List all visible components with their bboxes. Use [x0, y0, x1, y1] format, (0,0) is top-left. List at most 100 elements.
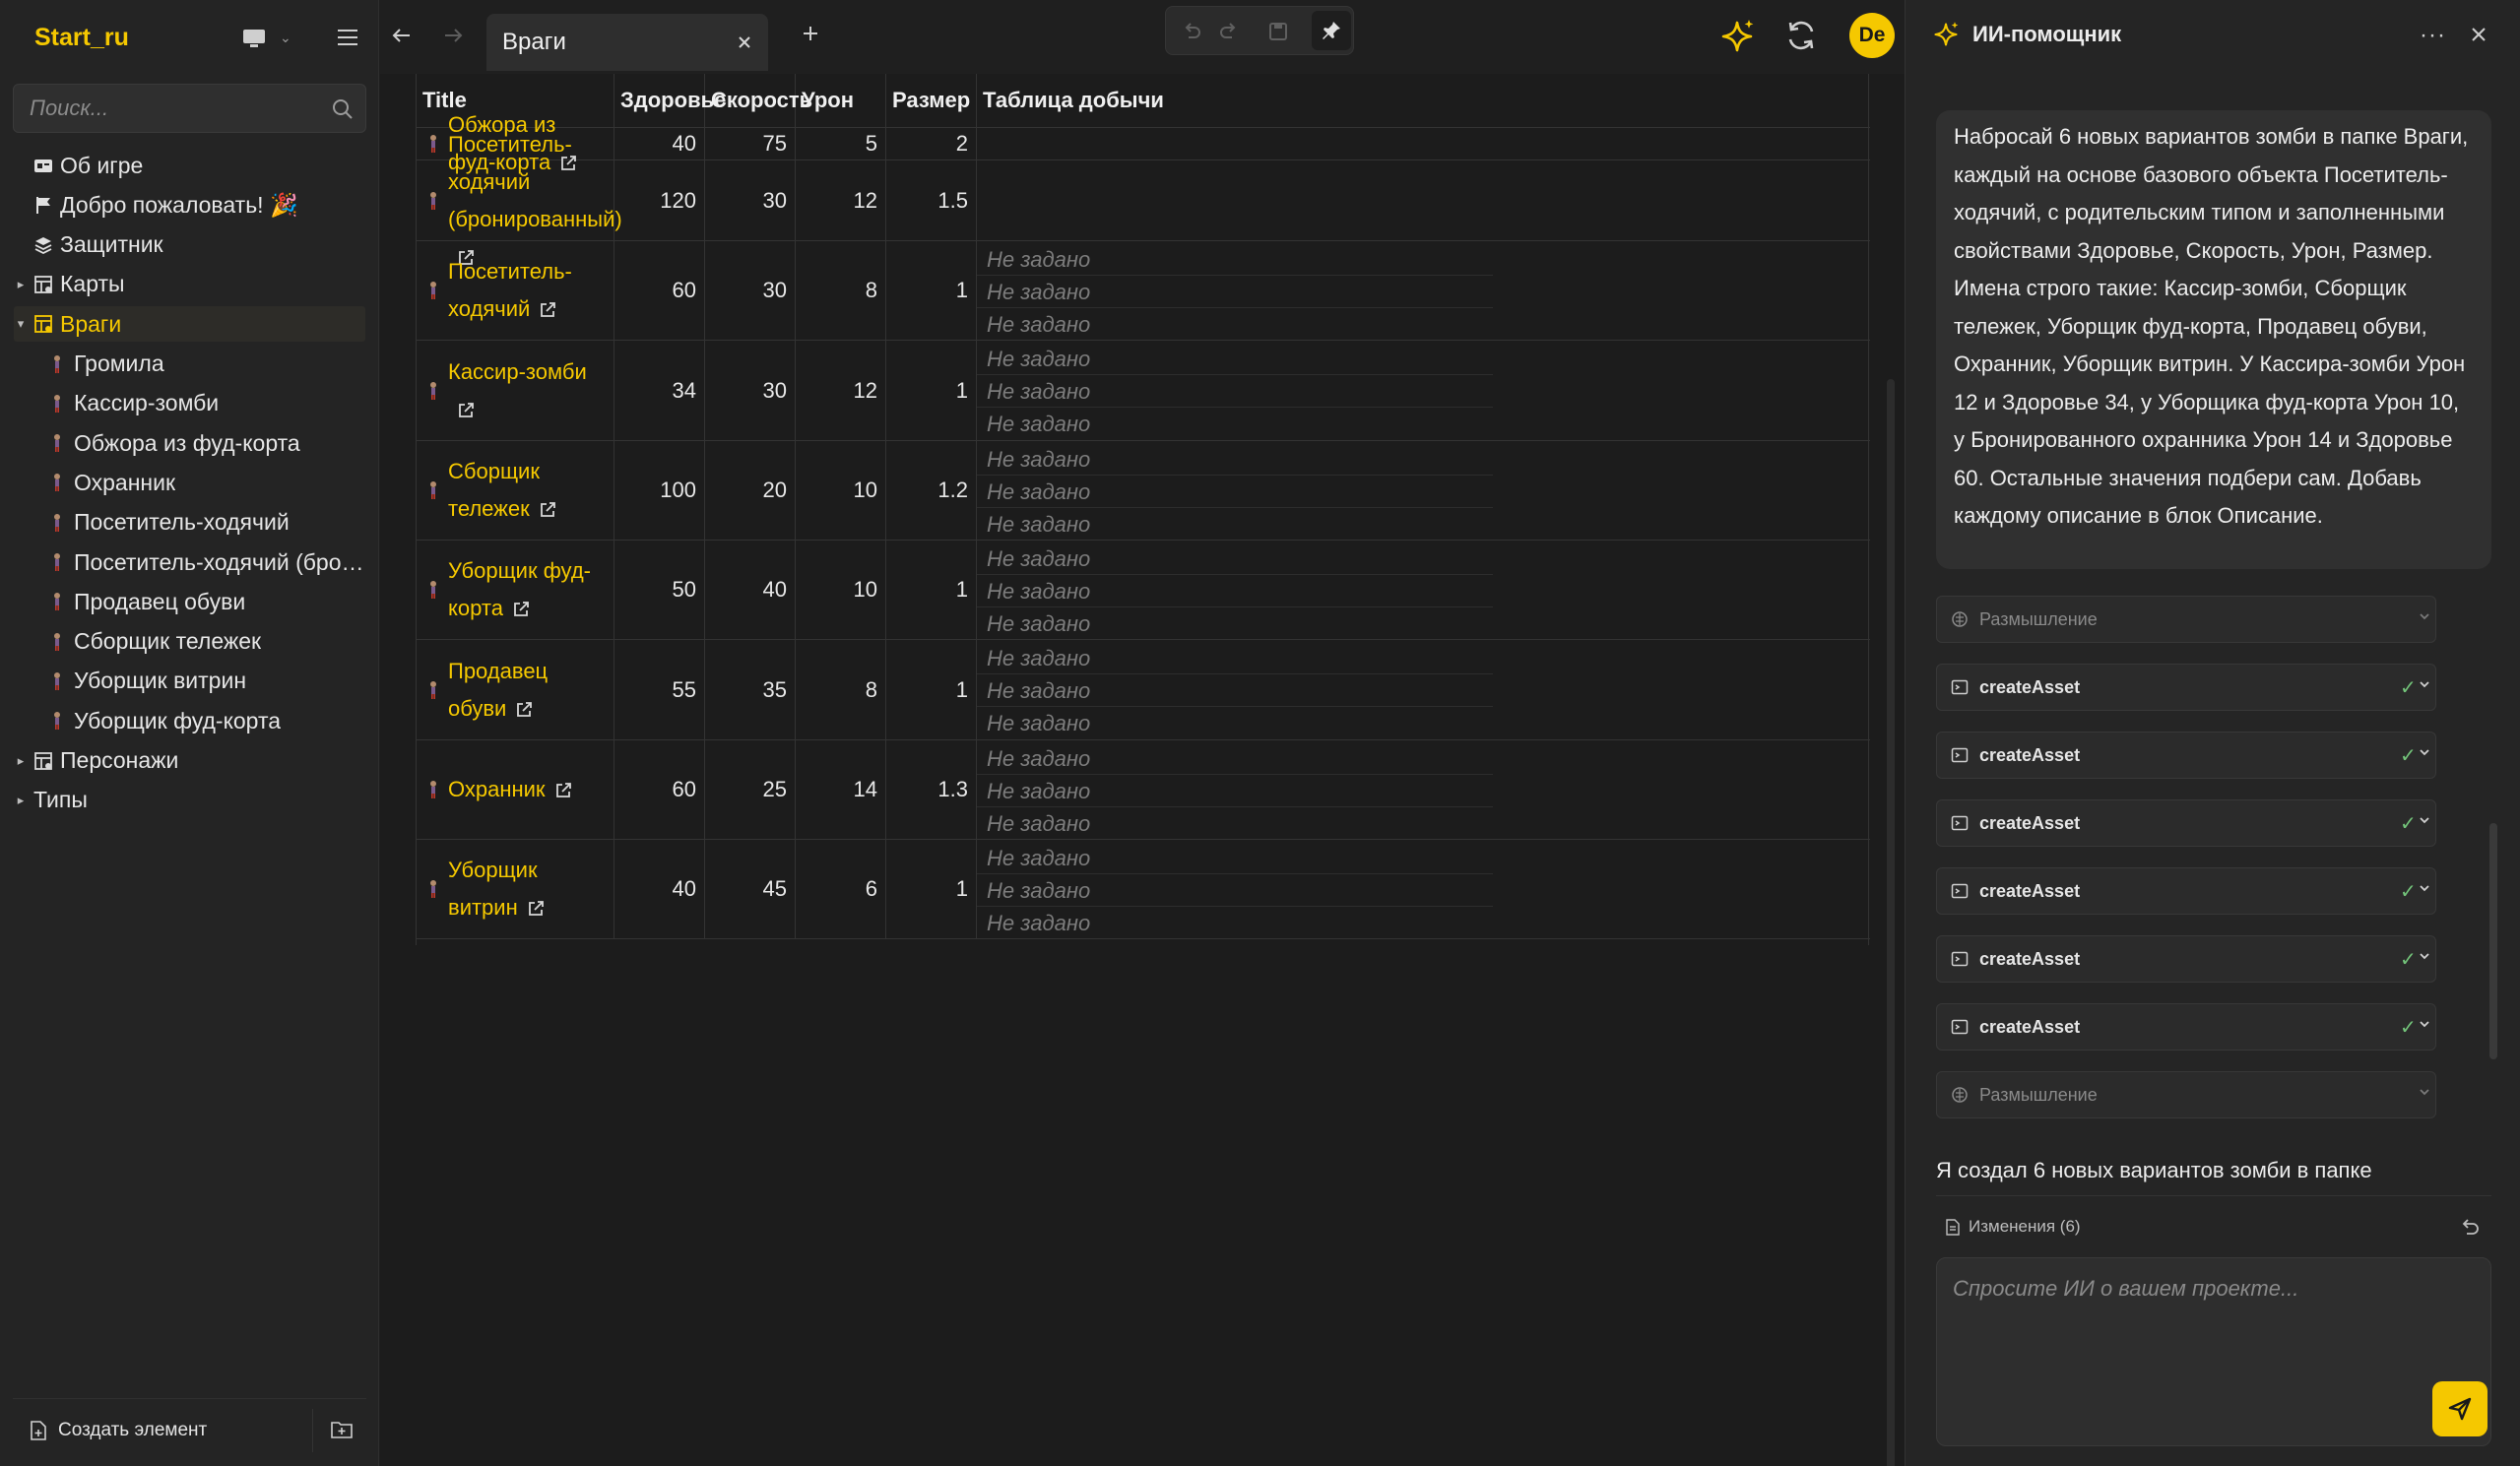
size-cell[interactable]: 1.3 — [886, 740, 977, 839]
column-header[interactable]: Таблица добычи — [977, 74, 1870, 128]
title-link-wrap[interactable]: Продавец обуви — [448, 653, 604, 728]
chevron-down-icon[interactable] — [2418, 609, 2431, 623]
title-cell[interactable]: Посетитель-ходячий — [417, 241, 614, 340]
chevron-down-icon[interactable] — [2418, 949, 2431, 963]
save-icon[interactable] — [1266, 20, 1290, 43]
sidebar-item[interactable]: Уборщик витрин — [47, 664, 364, 699]
sidebar-item[interactable]: Посетитель-ходячий (бронированный) — [47, 544, 364, 580]
table-row[interactable]: Обжора из фуд-корта 40 75 5 2 — [417, 112, 1870, 174]
sidebar-item[interactable]: ▸ Персонажи — [14, 743, 365, 779]
sidebar-item[interactable]: Об игре — [14, 148, 365, 183]
sidebar-item[interactable]: ▸ Типы — [14, 783, 365, 818]
column-header[interactable]: Здоровье — [614, 74, 726, 128]
table-row[interactable]: Уборщик фуд-корта 50 40 10 1 Не задано Не зада… — [417, 541, 1870, 640]
table-row[interactable]: Посетитель-ходячий (бронированный) 120 30 1… — [417, 132, 1870, 265]
column-header[interactable]: Размер — [886, 74, 977, 128]
tool-call-step[interactable]: createAsset ✓ — [1936, 867, 2436, 915]
hamburger-menu-icon[interactable] — [335, 26, 360, 49]
title-link-wrap[interactable]: Уборщик витрин — [448, 852, 604, 926]
loot-table-cell[interactable]: Не задано Не задано Не задано — [977, 840, 1870, 938]
damage-cell[interactable]: 8 — [796, 640, 886, 739]
loot-table-cell[interactable]: Не задано Не задано Не задано — [977, 341, 1870, 440]
more-options-icon[interactable]: ··· — [2420, 22, 2446, 49]
size-cell[interactable]: 1 — [886, 241, 977, 340]
sidebar-item[interactable]: Защитник — [14, 227, 365, 263]
size-cell[interactable]: 2 — [886, 128, 977, 159]
table-row[interactable]: Охранник 60 25 14 1.3 Не задано Не задано Не за… — [417, 740, 1870, 840]
health-cell[interactable]: 55 — [614, 640, 705, 739]
external-link-icon[interactable] — [456, 401, 476, 420]
ai-panel-scrollbar[interactable] — [2489, 823, 2497, 1059]
loot-empty-value[interactable]: Не задано — [987, 546, 1090, 572]
size-cell[interactable]: 1 — [886, 640, 977, 739]
undo-icon[interactable] — [2459, 1217, 2481, 1237]
loot-table-cell[interactable]: Не задано Не задано Не задано — [977, 740, 1870, 839]
loot-empty-value[interactable]: Не задано — [987, 711, 1090, 736]
loot-empty-value[interactable]: Не задано — [987, 579, 1090, 605]
speed-cell[interactable]: 35 — [705, 640, 796, 739]
undo-icon[interactable] — [1180, 20, 1203, 43]
loot-empty-value[interactable]: Не задано — [987, 779, 1090, 804]
loot-empty-value[interactable]: Не задано — [987, 512, 1090, 538]
external-link-icon[interactable] — [514, 700, 534, 720]
loot-empty-value[interactable]: Не задано — [987, 646, 1090, 671]
size-cell[interactable]: 1 — [886, 341, 977, 440]
damage-cell[interactable]: 14 — [796, 740, 886, 839]
close-icon[interactable] — [735, 32, 754, 52]
pin-button[interactable] — [1312, 11, 1351, 50]
health-cell[interactable]: 120 — [614, 160, 705, 240]
speed-cell[interactable]: 75 — [705, 128, 796, 159]
caret-icon[interactable]: ▸ — [14, 753, 28, 769]
loot-empty-value[interactable]: Не задано — [987, 312, 1090, 338]
external-link-icon[interactable] — [538, 500, 557, 520]
health-cell[interactable]: 40 — [614, 128, 705, 159]
enemy-title-link[interactable]: Уборщик витрин — [448, 858, 538, 920]
redo-icon[interactable] — [1217, 20, 1241, 43]
tool-call-step[interactable]: createAsset ✓ — [1936, 799, 2436, 847]
loot-empty-value[interactable]: Не задано — [987, 746, 1090, 772]
refresh-icon[interactable] — [1783, 18, 1819, 53]
damage-cell[interactable]: 12 — [796, 160, 886, 240]
loot-table-cell[interactable]: Не задано Не задано Не задано — [977, 640, 1870, 739]
sidebar-item[interactable]: Добро пожаловать! 🎉 — [14, 187, 365, 223]
speed-cell[interactable]: 30 — [705, 241, 796, 340]
health-cell[interactable]: 100 — [614, 441, 705, 540]
speed-cell[interactable]: 30 — [705, 341, 796, 440]
external-link-icon[interactable] — [511, 600, 531, 619]
loot-table-cell[interactable]: Не задано Не задано Не задано — [977, 441, 1870, 540]
loot-empty-value[interactable]: Не задано — [987, 846, 1090, 871]
title-link-wrap[interactable]: Уборщик фуд-корта — [448, 552, 604, 627]
sidebar-item[interactable]: Уборщик фуд-корта — [47, 703, 364, 738]
column-header[interactable]: Урон — [796, 74, 886, 128]
caret-icon[interactable]: ▾ — [14, 316, 28, 332]
table-row[interactable]: Посетитель-ходячий 60 30 8 1 Не задано Не зада… — [417, 241, 1870, 341]
table-row[interactable]: Продавец обуви 55 35 8 1 Не задано Не задано Не… — [417, 640, 1870, 740]
health-cell[interactable]: 60 — [614, 740, 705, 839]
enemy-title-link[interactable]: Посетитель-ходячий (бронированный) — [448, 132, 622, 231]
loot-empty-value[interactable]: Не задано — [987, 379, 1090, 405]
chevron-down-icon[interactable] — [2418, 1085, 2431, 1099]
tool-call-step[interactable]: createAsset ✓ — [1936, 935, 2436, 983]
health-cell[interactable]: 50 — [614, 541, 705, 639]
loot-empty-value[interactable]: Не задано — [987, 811, 1090, 837]
damage-cell[interactable]: 10 — [796, 441, 886, 540]
table-row[interactable]: Уборщик витрин 40 45 6 1 Не задано Не задано Не… — [417, 840, 1870, 939]
title-cell[interactable]: Уборщик витрин — [417, 840, 614, 938]
sidebar-item[interactable]: Громила — [47, 347, 364, 382]
external-link-icon[interactable] — [553, 781, 573, 800]
loot-table-cell[interactable]: Не задано Не задано Не задано — [977, 541, 1870, 639]
loot-empty-value[interactable]: Не задано — [987, 280, 1090, 305]
loot-empty-value[interactable]: Не задано — [987, 611, 1090, 637]
avatar[interactable]: De — [1849, 13, 1895, 58]
enemy-title-link[interactable]: Сборщик тележек — [448, 459, 540, 521]
health-cell[interactable]: 60 — [614, 241, 705, 340]
sidebar-item[interactable]: Обжора из фуд-корта — [47, 425, 364, 461]
title-link-wrap[interactable]: Сборщик тележек — [448, 453, 604, 528]
health-cell[interactable]: 34 — [614, 341, 705, 440]
caret-icon[interactable]: ▸ — [14, 793, 28, 808]
add-tab-icon[interactable] — [799, 22, 822, 45]
title-link-wrap[interactable]: Кассир-зомби — [448, 353, 604, 428]
changes-toggle[interactable]: Изменения (6) — [1945, 1217, 2081, 1237]
title-cell[interactable]: Посетитель-ходячий (бронированный) — [417, 132, 622, 265]
title-cell[interactable]: Продавец обуви — [417, 640, 614, 739]
